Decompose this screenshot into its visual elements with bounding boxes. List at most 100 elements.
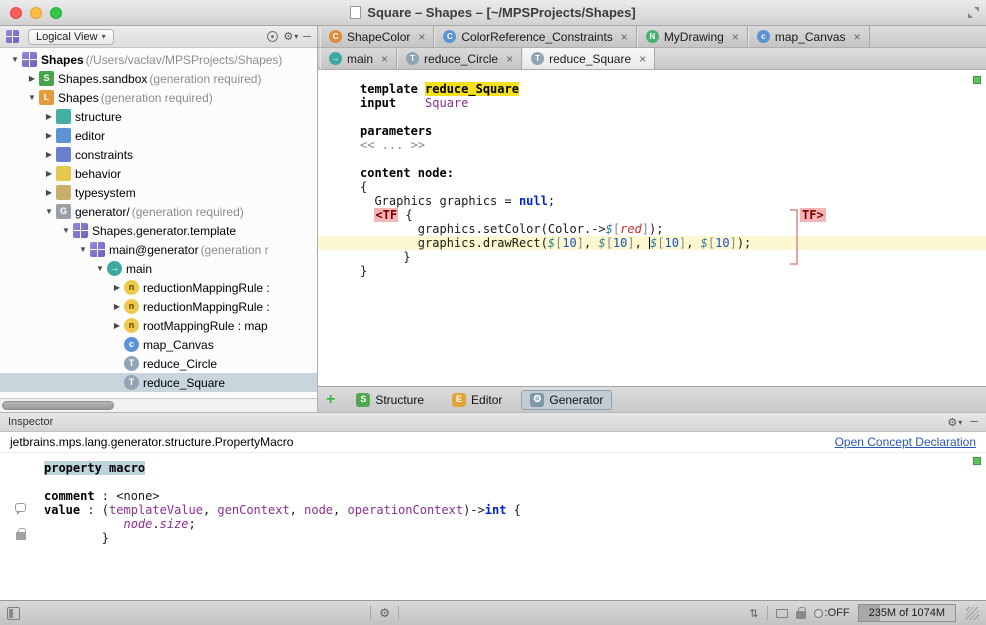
minimize-window-button[interactable]: [30, 7, 42, 19]
code-line[interactable]: content node:: [318, 166, 986, 180]
code-line[interactable]: }: [318, 264, 986, 278]
expand-arrow-icon[interactable]: ▶: [42, 131, 56, 140]
collapse-arrow-icon[interactable]: ▼: [76, 245, 90, 254]
gear-icon[interactable]: ⚙: [379, 606, 390, 620]
tab-ColorReference_Constraints[interactable]: CColorReference_Constraints×: [434, 26, 636, 47]
tree-item-Shapes[interactable]: ▼Shapes (/Users/vaclav/MPSProjects/Shape…: [0, 50, 317, 69]
close-icon[interactable]: ×: [732, 30, 739, 44]
constraints-icon: [56, 147, 71, 162]
code-line[interactable]: }: [0, 531, 986, 545]
code-line[interactable]: [0, 475, 986, 489]
close-icon[interactable]: ×: [854, 30, 861, 44]
tab-reduce_Circle[interactable]: Treduce_Circle×: [397, 48, 522, 69]
code-token: 10: [562, 236, 576, 250]
tab-main[interactable]: →main×: [320, 48, 397, 69]
error-free-indicator: [973, 457, 981, 465]
scrollbar-thumb[interactable]: [2, 401, 114, 410]
tree-item-rootMappingRulemap[interactable]: ▶nrootMappingRule : map: [0, 316, 317, 335]
tree-item-map_Canvas[interactable]: cmap_Canvas: [0, 335, 317, 354]
code-line[interactable]: [318, 152, 986, 166]
tree-item-Shapessandbox[interactable]: ▶SShapes.sandbox (generation required): [0, 69, 317, 88]
expand-arrow-icon[interactable]: ▶: [42, 169, 56, 178]
line-separator-icon[interactable]: ⇅: [749, 607, 758, 620]
hector-status[interactable]: :OFF: [814, 607, 850, 619]
tree-item-generator[interactable]: ▼Ggenerator/ (generation required): [0, 202, 317, 221]
tree-item-reduce_Square[interactable]: Treduce_Square: [0, 373, 317, 392]
readonly-lock-icon[interactable]: [796, 611, 806, 619]
collapse-arrow-icon[interactable]: ▼: [25, 93, 39, 102]
expand-arrow-icon[interactable]: ▶: [110, 302, 124, 311]
collapse-arrow-icon[interactable]: ▼: [93, 264, 107, 273]
code-line[interactable]: template reduce_Square: [318, 82, 986, 96]
code-line[interactable]: <TF {TF>: [318, 208, 986, 222]
code-token: [396, 96, 425, 110]
code-line[interactable]: comment : <none>: [0, 489, 986, 503]
hide-inspector-icon[interactable]: ─: [970, 416, 978, 428]
close-icon[interactable]: ×: [639, 52, 646, 66]
hide-panel-icon[interactable]: ─: [303, 31, 311, 43]
tree-item-Shapesgeneratortemplate[interactable]: ▼Shapes.generator.template: [0, 221, 317, 240]
code-line[interactable]: << ... >>: [318, 138, 986, 152]
tree-item-behavior[interactable]: ▶behavior: [0, 164, 317, 183]
aspect-tab-Structure[interactable]: SStructure: [347, 390, 433, 410]
collapse-arrow-icon[interactable]: ▼: [42, 207, 56, 216]
tree-item-main[interactable]: ▼→main: [0, 259, 317, 278]
tab-label: reduce_Square: [549, 52, 631, 66]
expand-arrow-icon[interactable]: ▶: [110, 283, 124, 292]
tree-item-editor[interactable]: ▶editor: [0, 126, 317, 145]
code-line[interactable]: }: [318, 250, 986, 264]
monitor-icon[interactable]: [776, 609, 788, 618]
collapse-arrow-icon[interactable]: ▼: [59, 226, 73, 235]
resize-grip[interactable]: [966, 607, 979, 620]
expand-arrow-icon[interactable]: ▶: [25, 74, 39, 83]
inspector-content[interactable]: property macro comment : <none>value : (t…: [0, 453, 986, 600]
tree-item-typesystem[interactable]: ▶typesystem: [0, 183, 317, 202]
tree-item-reductionMappingRule[interactable]: ▶nreductionMappingRule :: [0, 278, 317, 297]
tree-item-structure[interactable]: ▶structure: [0, 107, 317, 126]
code-line[interactable]: Graphics graphics = null;: [318, 194, 986, 208]
aspect-tab-Generator[interactable]: ⚙Generator: [521, 390, 612, 410]
tab-map_Canvas[interactable]: cmap_Canvas×: [748, 26, 870, 47]
collapse-arrow-icon[interactable]: ▼: [8, 55, 22, 64]
memory-indicator[interactable]: 235M of 1074M: [858, 604, 956, 622]
scroll-from-source-icon[interactable]: [267, 31, 278, 42]
view-selector-dropdown[interactable]: Logical View ▾: [28, 29, 114, 45]
close-icon[interactable]: ×: [381, 52, 388, 66]
tree-item-constraints[interactable]: ▶constraints: [0, 145, 317, 164]
fullscreen-icon[interactable]: [968, 7, 979, 18]
tree-item-Shapes[interactable]: ▼LShapes (generation required): [0, 88, 317, 107]
code-line[interactable]: graphics.drawRect($[10], $[10], $[10], $…: [318, 236, 986, 250]
close-icon[interactable]: ×: [621, 30, 628, 44]
aspect-tab-Editor[interactable]: EEditor: [443, 390, 511, 410]
tab-reduce_Square[interactable]: Treduce_Square×: [522, 48, 655, 69]
expand-arrow-icon[interactable]: ▶: [42, 188, 56, 197]
open-concept-declaration-link[interactable]: Open Concept Declaration: [835, 435, 976, 449]
close-icon[interactable]: ×: [418, 30, 425, 44]
editor-code-area[interactable]: template reduce_Squareinput Square parame…: [318, 70, 986, 386]
code-line[interactable]: parameters: [318, 124, 986, 138]
toolwindow-toggle-icon[interactable]: [7, 607, 20, 620]
code-line[interactable]: [318, 110, 986, 124]
expand-arrow-icon[interactable]: ▶: [42, 112, 56, 121]
tree-item-reductionMappingRule[interactable]: ▶nreductionMappingRule :: [0, 297, 317, 316]
close-icon[interactable]: ×: [506, 52, 513, 66]
code-line[interactable]: node.size;: [0, 517, 986, 531]
settings-gear-icon[interactable]: ⚙ ▾: [283, 30, 298, 43]
tab-MyDrawing[interactable]: NMyDrawing×: [637, 26, 748, 47]
inspector-gear-icon[interactable]: ⚙ ▾: [947, 416, 962, 429]
code-line[interactable]: value : (templateValue, genContext, node…: [0, 503, 986, 517]
rule-node-icon: n: [124, 299, 139, 314]
close-window-button[interactable]: [10, 7, 22, 19]
code-line[interactable]: {: [318, 180, 986, 194]
expand-arrow-icon[interactable]: ▶: [42, 150, 56, 159]
code-line[interactable]: property macro: [0, 461, 986, 475]
add-icon[interactable]: +: [326, 391, 335, 409]
tree-item-reduce_Circle[interactable]: Treduce_Circle: [0, 354, 317, 373]
code-line[interactable]: graphics.setColor(Color.->$[red]);: [318, 222, 986, 236]
tree-item-maingenerator[interactable]: ▼main@generator (generation r: [0, 240, 317, 259]
code-line[interactable]: input Square: [318, 96, 986, 110]
tab-ShapeColor[interactable]: CShapeColor×: [320, 26, 434, 47]
zoom-window-button[interactable]: [50, 7, 62, 19]
horizontal-scrollbar[interactable]: [0, 398, 317, 412]
expand-arrow-icon[interactable]: ▶: [110, 321, 124, 330]
